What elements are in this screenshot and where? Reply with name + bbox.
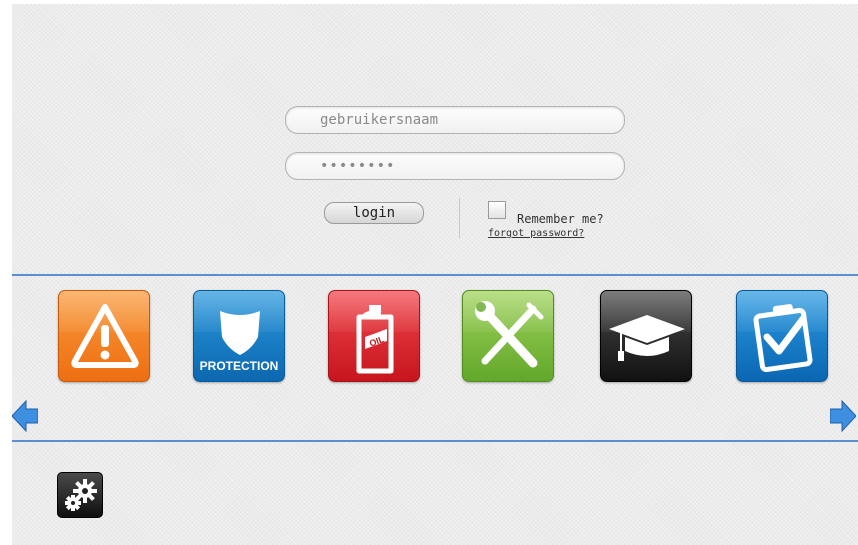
wrench-screwdriver-icon (475, 301, 544, 368)
arrow-right-icon (829, 399, 857, 433)
protection-label: PROTECTION (199, 359, 279, 373)
checklist-icon (753, 304, 813, 373)
graduation-cap-icon (609, 315, 685, 361)
arrow-left-icon (11, 399, 39, 433)
tools-tile[interactable] (462, 290, 554, 382)
gears-icon (65, 479, 97, 511)
remember-me-checkbox[interactable] (488, 201, 506, 219)
oil-can-icon: OIL (356, 305, 394, 374)
education-tile[interactable] (600, 290, 692, 382)
login-button[interactable]: login (324, 202, 424, 224)
warning-tile[interactable] (58, 290, 150, 382)
carousel-next-button[interactable] (829, 399, 857, 433)
checklist-tile[interactable] (736, 290, 828, 382)
oil-tile[interactable]: OIL (328, 290, 420, 382)
warning-triangle-icon (71, 304, 139, 368)
login-page: login Remember me? forgot password? PROT… (11, 4, 858, 545)
password-input[interactable] (285, 152, 625, 180)
divider (459, 198, 460, 238)
settings-button[interactable] (57, 472, 103, 518)
carousel-top-divider (12, 274, 858, 276)
forgot-password-link[interactable]: forgot password? (488, 228, 584, 239)
remember-me-label: Remember me? (517, 212, 604, 226)
carousel-bottom-divider (12, 440, 858, 442)
carousel-prev-button[interactable] (11, 399, 39, 433)
username-input[interactable] (285, 106, 625, 134)
protection-tile[interactable]: PROTECTION (193, 290, 285, 382)
